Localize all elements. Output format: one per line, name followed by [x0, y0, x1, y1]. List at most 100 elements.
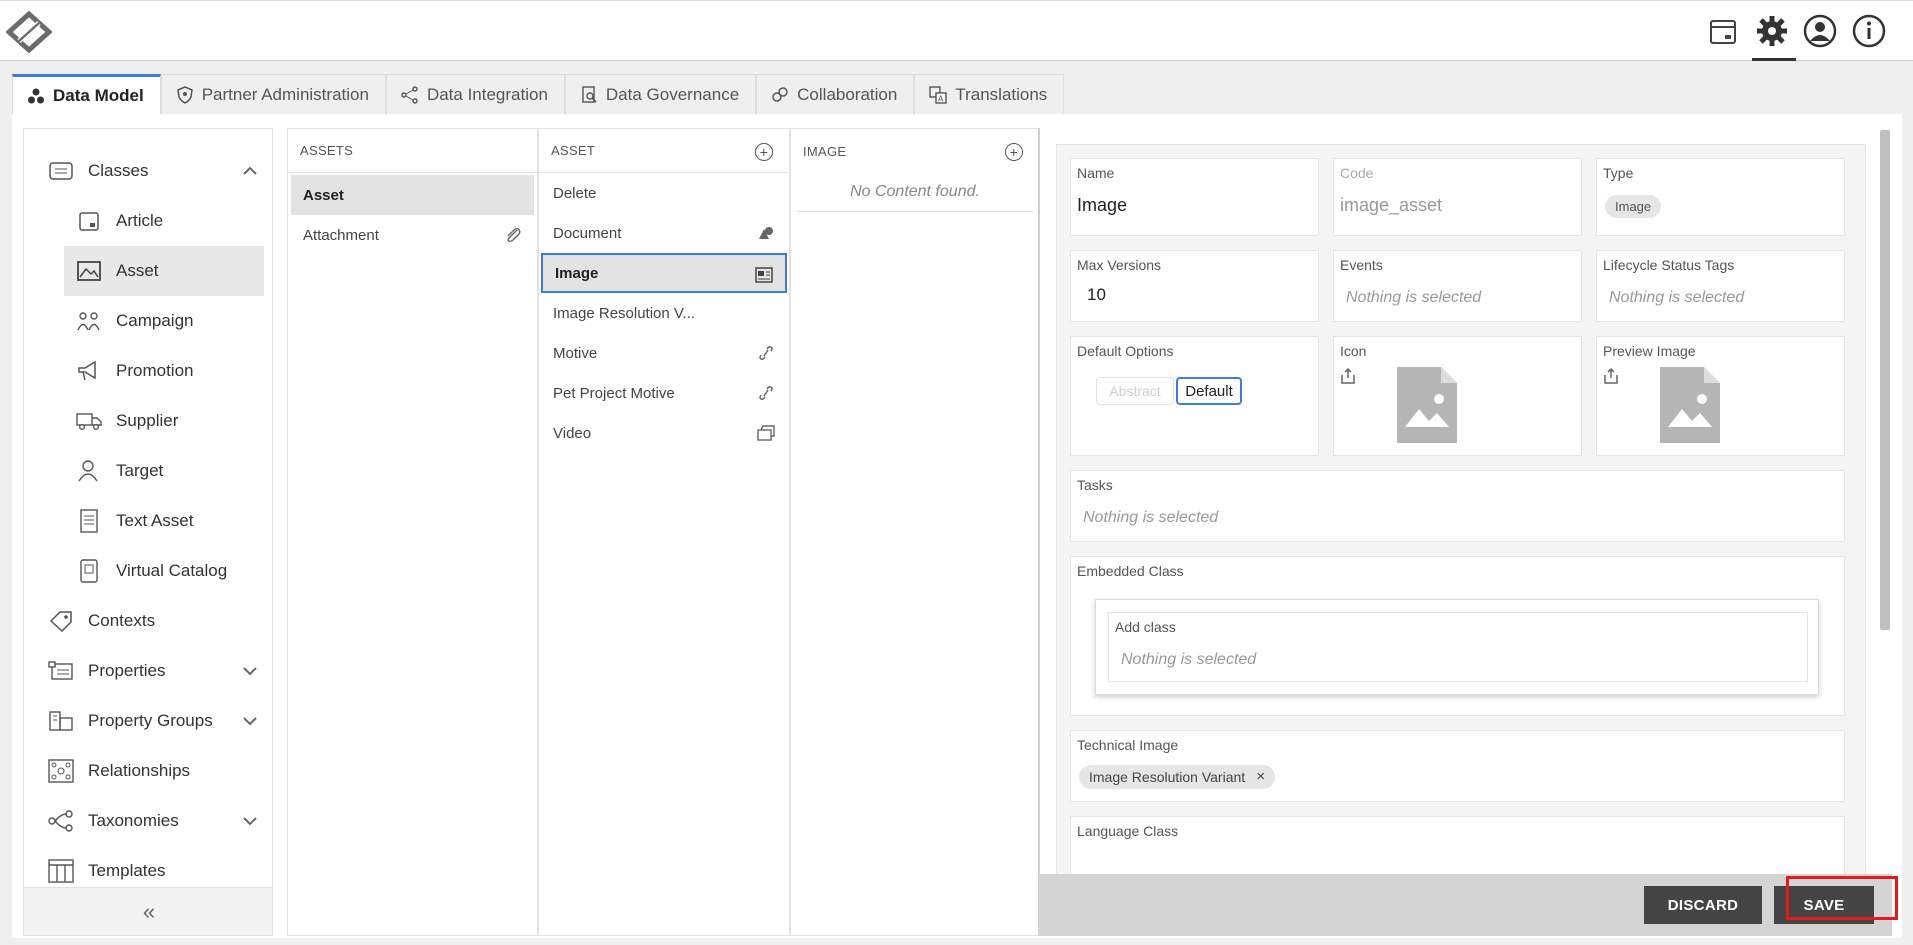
translations-icon: A: [929, 85, 948, 104]
double-chevron-left-icon: «: [142, 898, 156, 924]
tab-data-model[interactable]: Data Model: [12, 74, 161, 114]
sidebar-item-campaign[interactable]: Campaign: [64, 296, 264, 346]
list-item-asset[interactable]: Asset: [291, 175, 534, 215]
shapes-icon: [759, 227, 773, 239]
image-placeholder-icon: [1660, 367, 1720, 443]
sidebar-item-virtual-catalog[interactable]: Virtual Catalog: [64, 546, 264, 596]
sidebar-item-text-asset[interactable]: Text Asset: [64, 496, 264, 546]
field-label: Icon: [1340, 343, 1367, 359]
list-item-video[interactable]: Video: [541, 413, 787, 453]
gear-icon[interactable]: [1752, 11, 1792, 51]
tasks-field[interactable]: Tasks Nothing is selected: [1070, 470, 1845, 542]
relationships-icon: [46, 757, 76, 785]
article-icon: [74, 207, 104, 235]
field-label: Default Options: [1077, 343, 1174, 359]
max-versions-field[interactable]: Max Versions 10: [1070, 250, 1319, 322]
chevron-down-icon[interactable]: [242, 663, 258, 679]
tab-data-integration[interactable]: Data Integration: [385, 74, 565, 114]
list-item-delete[interactable]: Delete: [541, 173, 787, 213]
sidebar-item-target[interactable]: Target: [64, 446, 264, 496]
list-item-image-resolution[interactable]: Image Resolution V...: [541, 293, 787, 333]
chevron-down-icon[interactable]: [242, 813, 258, 829]
add-class-field[interactable]: Add class Nothing is selected: [1108, 612, 1808, 682]
user-icon[interactable]: [1800, 11, 1840, 51]
upload-icon[interactable]: [1603, 367, 1619, 385]
paperclip-icon: [507, 227, 521, 243]
sidebar-item-label: Supplier: [116, 411, 179, 430]
sidebar-item-supplier[interactable]: Supplier: [64, 396, 264, 446]
add-circle-icon[interactable]: +: [1005, 143, 1023, 161]
events-field[interactable]: Events Nothing is selected: [1333, 250, 1582, 322]
collaboration-icon: [772, 86, 788, 102]
chevron-down-icon[interactable]: [242, 713, 258, 729]
field-label: Language Class: [1077, 823, 1179, 839]
collapse-sidebar-button[interactable]: «: [24, 887, 272, 935]
close-icon[interactable]: ×: [1256, 768, 1265, 785]
data-model-icon: [28, 88, 44, 103]
abstract-toggle[interactable]: Abstract: [1096, 377, 1174, 405]
upload-icon[interactable]: [1340, 367, 1356, 385]
svg-text:A: A: [938, 94, 944, 103]
sidebar-item-promotion[interactable]: Promotion: [64, 346, 264, 396]
sidebar-item-classes[interactable]: Classes: [46, 146, 266, 196]
list-item-image[interactable]: Image: [541, 253, 787, 293]
tab-label: Data Model: [53, 85, 144, 105]
type-field[interactable]: Type Image: [1596, 158, 1845, 236]
column-header: ASSETS: [288, 129, 537, 173]
list-item-label: Asset: [303, 186, 344, 204]
discard-button[interactable]: DISCARD: [1644, 886, 1762, 924]
list-item-document[interactable]: Document: [541, 213, 787, 253]
default-toggle[interactable]: Default: [1176, 377, 1242, 405]
field-placeholder: Nothing is selected: [1121, 651, 1257, 668]
list-item-label: Document: [553, 224, 622, 242]
chip-label: Image Resolution Variant: [1089, 769, 1246, 785]
app-logo[interactable]: [5, 10, 53, 54]
tab-label: Collaboration: [797, 84, 898, 104]
chevron-up-icon[interactable]: [242, 163, 258, 179]
sidebar-item-label: Text Asset: [116, 511, 194, 530]
save-highlight: [1786, 876, 1898, 920]
image-column: IMAGE + No Content found.: [790, 128, 1040, 936]
sidebar-item-relationships[interactable]: Relationships: [46, 746, 266, 796]
integration-icon: [401, 85, 418, 104]
add-circle-icon[interactable]: +: [755, 143, 773, 161]
tab-collaboration[interactable]: Collaboration: [756, 74, 915, 114]
sidebar-item-taxonomies[interactable]: Taxonomies: [46, 796, 266, 846]
detail-scrollbar[interactable]: [1880, 130, 1890, 630]
technical-image-field[interactable]: Technical Image Image Resolution Variant…: [1070, 730, 1845, 802]
tab-data-governance[interactable]: Data Governance: [564, 74, 757, 114]
sidebar-item-label: Classes: [88, 161, 149, 180]
sidebar-item-label: Target: [116, 461, 164, 480]
list-item-motive[interactable]: Motive: [541, 333, 787, 373]
empty-message: No Content found.: [797, 173, 1033, 212]
list-item-label: Image: [555, 264, 599, 282]
tab-partner-administration[interactable]: Partner Administration: [160, 74, 386, 114]
list-item-label: Attachment: [303, 226, 379, 244]
sidebar-item-asset[interactable]: Asset: [64, 246, 264, 296]
list-item-pet-project-motive[interactable]: Pet Project Motive: [541, 373, 787, 413]
campaign-icon: [74, 307, 104, 335]
list-item-label: Image Resolution V...: [553, 304, 696, 322]
calendar-icon[interactable]: [1703, 11, 1743, 51]
name-field[interactable]: Name Image: [1070, 158, 1319, 236]
sidebar-item-label: Property Groups: [88, 711, 213, 730]
sidebar-item-property-groups[interactable]: Property Groups: [46, 696, 266, 746]
tab-translations[interactable]: A Translations: [914, 74, 1065, 114]
embedded-class-card: Add class Nothing is selected: [1095, 599, 1819, 695]
top-bar: [0, 0, 1913, 61]
link-icon: [759, 386, 773, 400]
sidebar-item-article[interactable]: Article: [64, 196, 264, 246]
column-title: ASSETS: [300, 143, 354, 158]
sidebar: Classes Article Asset Campaign Promotion…: [23, 128, 273, 936]
field-label: Preview Image: [1603, 343, 1696, 359]
list-item-attachment[interactable]: Attachment: [291, 215, 534, 255]
lifecycle-status-tags-field[interactable]: Lifecycle Status Tags Nothing is selecte…: [1596, 250, 1845, 322]
list-item-label: Pet Project Motive: [553, 384, 675, 402]
assets-column: ASSETS Asset Attachment: [287, 128, 538, 936]
sidebar-item-properties[interactable]: Properties: [46, 646, 266, 696]
field-value: Image: [1077, 195, 1128, 215]
main-tabs: Data Model Partner Administration Data I…: [12, 74, 1065, 114]
sidebar-item-contexts[interactable]: Contexts: [46, 596, 266, 646]
sidebar-item-label: Properties: [88, 661, 166, 680]
info-icon[interactable]: [1849, 11, 1889, 51]
